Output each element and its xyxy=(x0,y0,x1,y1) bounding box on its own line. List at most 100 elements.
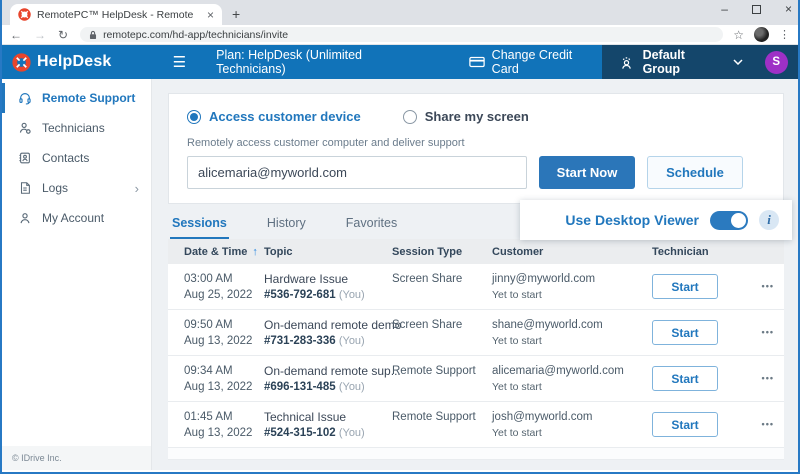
bookmark-star-icon[interactable]: ☆ xyxy=(733,28,744,42)
sidebar-item-contacts[interactable]: Contacts xyxy=(2,143,151,173)
session-status: Yet to start xyxy=(492,425,652,442)
session-date: Aug 25, 2022 xyxy=(184,287,264,304)
col-session-type: Session Type xyxy=(392,246,492,258)
tab-favorites[interactable]: Favorites xyxy=(344,214,399,239)
session-id: #696-131-485 xyxy=(264,381,336,393)
technician-icon xyxy=(18,121,32,135)
tab-history[interactable]: History xyxy=(265,214,308,239)
back-icon[interactable]: ← xyxy=(10,28,22,42)
session-date: Aug 13, 2022 xyxy=(184,425,264,442)
url-text: remotepc.com/hd-app/technicians/invite xyxy=(103,29,288,41)
start-session-button[interactable]: Start xyxy=(652,320,718,345)
customer-email: alicemaria@myworld.com xyxy=(492,363,652,379)
main-content: Access customer device Share my screen R… xyxy=(152,79,798,470)
table-row: 01:45 AM Aug 13, 2022 Technical Issue #5… xyxy=(168,402,784,448)
sidebar-label: Technicians xyxy=(42,121,105,135)
session-launch-card: Access customer device Share my screen R… xyxy=(168,93,784,204)
credit-card-icon xyxy=(469,56,485,68)
radio-selected-icon[interactable] xyxy=(187,110,201,124)
user-avatar-wrap: S xyxy=(755,51,799,74)
sidebar-item-my-account[interactable]: My Account xyxy=(2,203,151,233)
contact-card-icon xyxy=(18,151,32,165)
session-topic: On-demand remote demo xyxy=(264,317,392,333)
app-body: Remote Support Technicians Contacts Logs xyxy=(2,79,798,470)
session-time: 09:50 AM xyxy=(184,317,264,333)
radio-share-my-screen[interactable]: Share my screen xyxy=(403,109,529,124)
browser-tab[interactable]: RemotePC™ HelpDesk - Remote × xyxy=(10,4,222,25)
new-tab-button[interactable]: + xyxy=(232,6,240,22)
chevron-right-icon: › xyxy=(135,181,139,196)
desktop-viewer-toggle[interactable] xyxy=(710,211,748,230)
session-type: Screen Share xyxy=(392,317,492,333)
start-session-button[interactable]: Start xyxy=(652,274,718,299)
helpdesk-logo[interactable]: HelpDesk xyxy=(2,53,151,72)
browser-profile-avatar[interactable] xyxy=(754,27,769,42)
start-now-button[interactable]: Start Now xyxy=(539,156,635,189)
start-session-button[interactable]: Start xyxy=(652,366,718,391)
customer-email-input[interactable] xyxy=(187,156,527,189)
desktop-viewer-label: Use Desktop Viewer xyxy=(565,212,699,228)
session-topic: Technical Issue xyxy=(264,409,392,425)
session-id: #524-315-102 xyxy=(264,427,336,439)
browser-menu-icon[interactable]: ⋮ xyxy=(779,28,790,41)
session-status: Yet to start xyxy=(492,333,652,350)
radio-unselected-icon[interactable] xyxy=(403,110,417,124)
copyright-footer: © IDrive Inc. xyxy=(2,446,151,470)
session-status: Yet to start xyxy=(492,379,652,396)
session-date: Aug 13, 2022 xyxy=(184,379,264,396)
row-actions-menu-icon[interactable]: ••• xyxy=(762,281,774,303)
table-row: 03:00 AM Aug 25, 2022 Hardware Issue #53… xyxy=(168,264,784,310)
tab-close-icon[interactable]: × xyxy=(207,8,214,22)
person-icon xyxy=(18,211,32,225)
tab-sessions[interactable]: Sessions xyxy=(170,214,229,239)
session-owner: (You) xyxy=(339,289,365,301)
toggle-knob xyxy=(731,213,746,228)
session-owner: (You) xyxy=(339,381,365,393)
window-restore-button[interactable] xyxy=(752,5,761,14)
session-id: #536-792-681 xyxy=(264,289,336,301)
group-selector[interactable]: Default Group xyxy=(602,48,755,76)
refresh-icon[interactable]: ↻ xyxy=(58,28,68,42)
group-icon xyxy=(618,55,635,70)
radio-access-customer-device[interactable]: Access customer device xyxy=(187,109,361,124)
hamburger-menu-icon[interactable]: ☰ xyxy=(173,53,186,71)
lock-icon xyxy=(89,30,97,40)
start-session-button[interactable]: Start xyxy=(652,412,718,437)
row-actions-menu-icon[interactable]: ••• xyxy=(762,327,774,349)
browser-tab-strip: RemotePC™ HelpDesk - Remote × + – × xyxy=(2,0,798,25)
group-name: Default Group xyxy=(643,48,725,76)
sidebar-item-technicians[interactable]: Technicians xyxy=(2,113,151,143)
sidebar-label: Logs xyxy=(42,181,68,195)
radio-label: Access customer device xyxy=(209,109,361,124)
info-icon[interactable]: i xyxy=(759,210,779,230)
forward-icon[interactable]: → xyxy=(34,28,46,42)
tab-title: RemotePC™ HelpDesk - Remote xyxy=(37,9,201,21)
col-date-time[interactable]: Date & Time xyxy=(184,246,247,258)
change-credit-card-label: Change Credit Card xyxy=(492,48,602,76)
sessions-table: Date & Time ↑ Topic Session Type Custome… xyxy=(168,239,784,460)
browser-window: RemotePC™ HelpDesk - Remote × + – × ← → … xyxy=(0,0,800,474)
start-session-row: Start Now Schedule xyxy=(187,156,765,189)
session-date: Aug 13, 2022 xyxy=(184,333,264,350)
helpdesk-favicon-icon xyxy=(18,8,31,21)
session-time: 03:00 AM xyxy=(184,271,264,287)
app-header: HelpDesk ☰ Plan: HelpDesk (Unlimited Tec… xyxy=(2,45,798,79)
sidebar-item-remote-support[interactable]: Remote Support xyxy=(2,83,151,113)
customer-email: jinny@myworld.com xyxy=(492,271,652,287)
url-bar[interactable]: remotepc.com/hd-app/technicians/invite xyxy=(80,27,723,42)
sort-ascending-icon[interactable]: ↑ xyxy=(252,246,258,258)
sidebar-item-logs[interactable]: Logs › xyxy=(2,173,151,203)
table-header-row: Date & Time ↑ Topic Session Type Custome… xyxy=(168,239,784,264)
row-actions-menu-icon[interactable]: ••• xyxy=(762,419,774,441)
schedule-button[interactable]: Schedule xyxy=(647,156,743,189)
window-close-button[interactable]: × xyxy=(785,2,792,16)
window-minimize-button[interactable]: – xyxy=(721,2,728,16)
row-actions-menu-icon[interactable]: ••• xyxy=(762,373,774,395)
user-avatar[interactable]: S xyxy=(765,51,788,74)
change-credit-card-button[interactable]: Change Credit Card xyxy=(469,48,602,76)
session-owner: (You) xyxy=(339,427,365,439)
col-customer: Customer xyxy=(492,246,652,258)
navbar-right: ☆ ⋮ xyxy=(733,27,790,42)
table-end-strip xyxy=(168,448,784,460)
session-time: 09:34 AM xyxy=(184,363,264,379)
